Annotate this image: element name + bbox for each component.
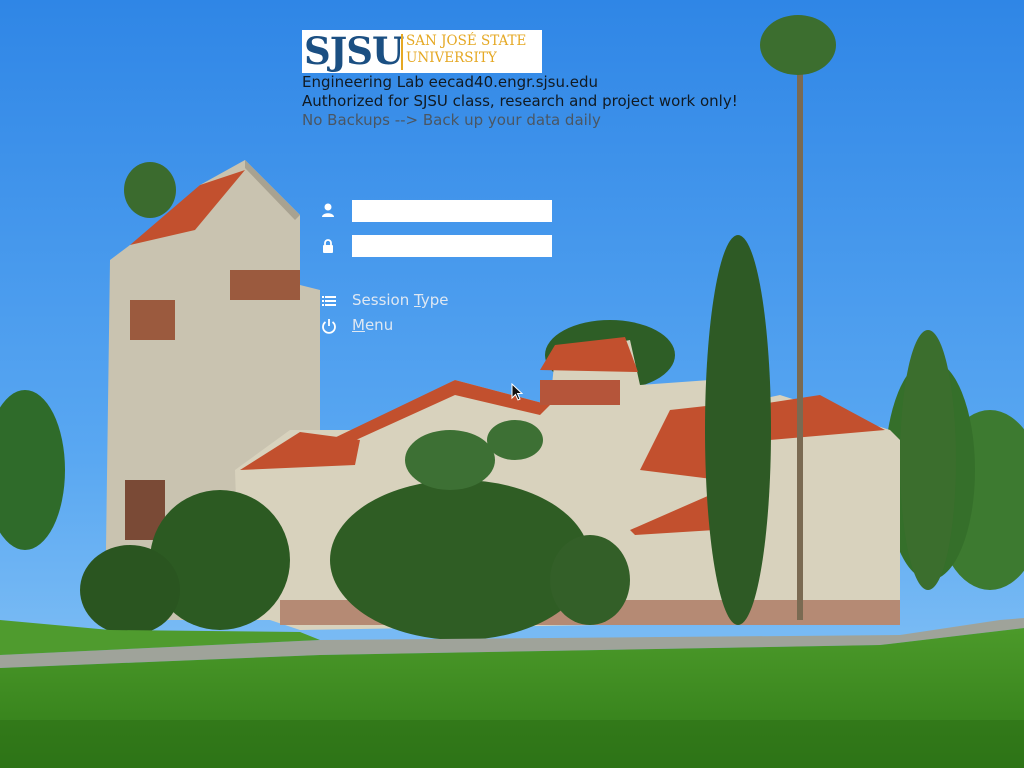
logo-line-2: UNIVERSITY: [406, 50, 497, 66]
list-icon: [322, 296, 336, 306]
menu-button[interactable]: Menu: [352, 316, 393, 334]
host-info-text: Engineering Lab eecad40.engr.sjsu.edu: [302, 73, 599, 91]
mouse-cursor-icon: [511, 383, 523, 401]
password-input[interactable]: [352, 235, 552, 257]
user-icon: [322, 203, 334, 217]
session-type-label-part2: ype: [420, 291, 449, 309]
authorization-notice: Authorized for SJSU class, research and …: [302, 92, 738, 110]
session-type-button[interactable]: Session Type: [352, 291, 448, 309]
logo-brand: SJSU: [304, 29, 404, 73]
logo-line-1: SAN JOSÉ STATE: [406, 33, 527, 49]
power-icon: [322, 319, 336, 334]
lock-icon: [323, 239, 333, 253]
menu-label-rest: enu: [364, 316, 394, 334]
username-input[interactable]: [352, 200, 552, 222]
sjsu-logo: SJSU SAN JOSÉ STATE UNIVERSITY: [302, 30, 542, 73]
logo-divider: [401, 34, 403, 70]
session-type-label-underlined: T: [414, 291, 421, 309]
backup-notice: No Backups --> Back up your data daily: [302, 111, 601, 129]
menu-label-underlined: M: [352, 316, 365, 334]
session-type-label-part1: Session: [352, 291, 414, 309]
